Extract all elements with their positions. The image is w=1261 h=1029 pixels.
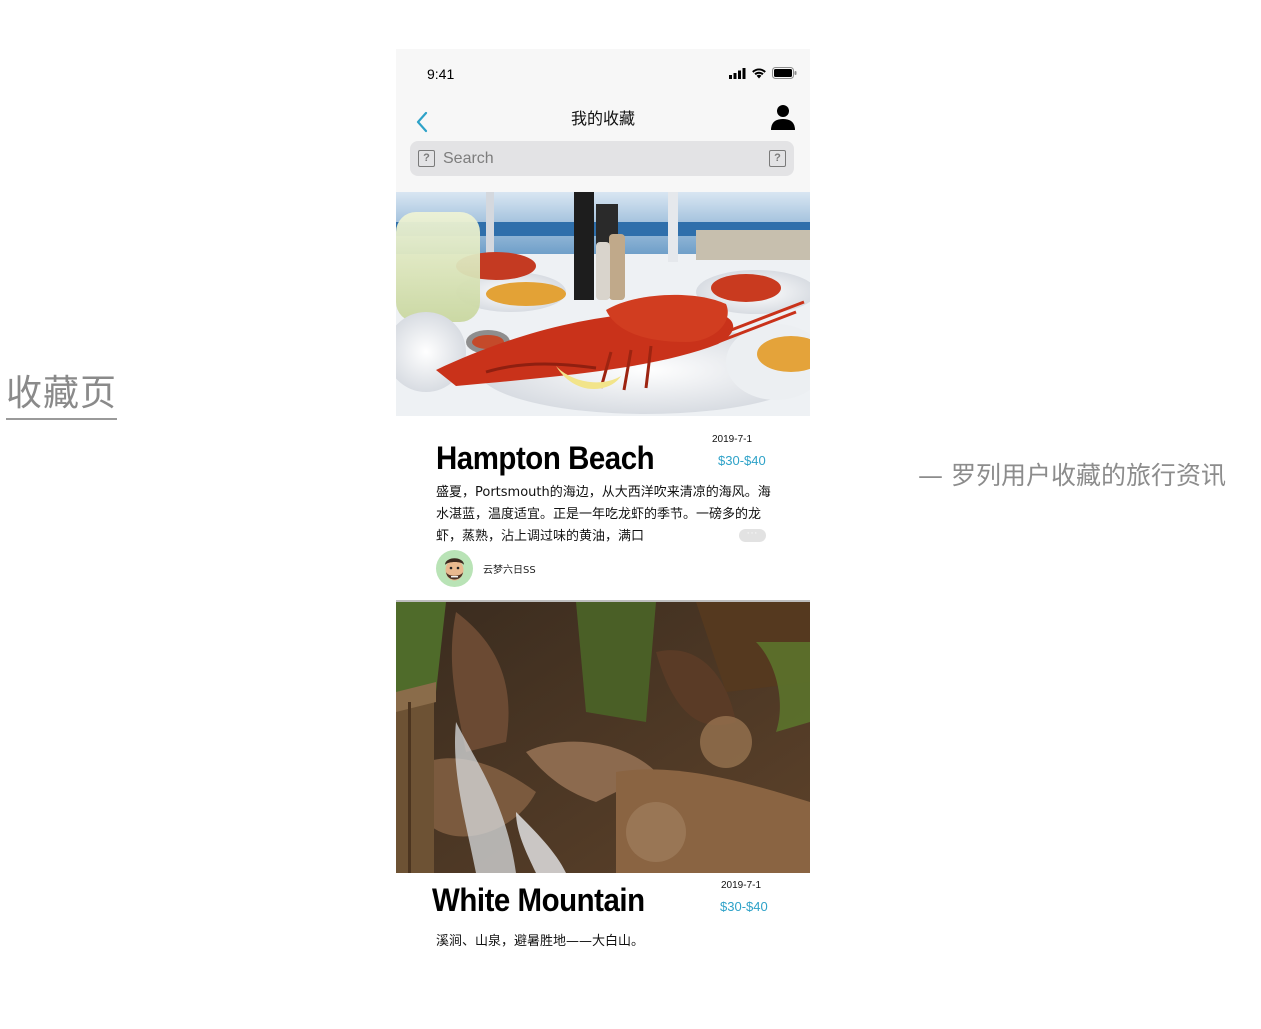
more-button[interactable]: ··· [739, 529, 766, 542]
battery-icon [772, 67, 797, 79]
search-bar[interactable]: ? ? [410, 141, 794, 176]
status-time: 9:41 [427, 66, 455, 82]
avatar-face-icon [445, 558, 464, 581]
page-description: — 罗列用户收藏的旅行资讯 [918, 461, 1226, 490]
price-range: $30-$40 [720, 899, 768, 914]
wifi-icon [752, 68, 766, 79]
search-input[interactable] [441, 148, 769, 169]
place-title[interactable]: Hampton Beach [436, 440, 655, 477]
post-date: 2019-7-1 [712, 434, 753, 445]
page-title: 我的收藏 [570, 109, 635, 128]
cellular-signal-icon [729, 67, 746, 79]
place-title[interactable]: White Mountain [432, 882, 645, 919]
author-name[interactable]: 云梦六日SS [483, 561, 536, 576]
lobster-dinner-photo[interactable] [396, 192, 810, 416]
place-description: 溪涧、山泉，避暑胜地——大白山。 [436, 934, 645, 949]
favorite-card[interactable]: White Mountain 2019-7-1 $30-$40 溪涧、山泉，避暑… [396, 602, 810, 979]
page-label: 收藏页 [6, 372, 118, 420]
top-bar: 9:41 我的收藏 ? Search ? [396, 49, 810, 192]
mountain-stream-photo[interactable] [396, 602, 810, 873]
post-date: 2019-7-1 [721, 880, 762, 891]
question-box-icon: ? [418, 150, 435, 167]
place-description: 盛夏，Portsmouth的海边，从大西洋吹来清凉的海风。海水湛蓝，温度适宜。正… [436, 485, 771, 544]
price-range: $30-$40 [718, 453, 766, 468]
status-icons [729, 67, 797, 79]
user-icon[interactable] [770, 103, 796, 131]
phone-screen: 9:41 我的收藏 ? Search ? Hampton Beach 2019-… [396, 49, 810, 979]
question-box-icon[interactable]: ? [769, 150, 786, 167]
favorite-card[interactable]: Hampton Beach 2019-7-1 $30-$40 盛夏，Portsm… [396, 192, 810, 600]
avatar[interactable] [436, 550, 473, 587]
